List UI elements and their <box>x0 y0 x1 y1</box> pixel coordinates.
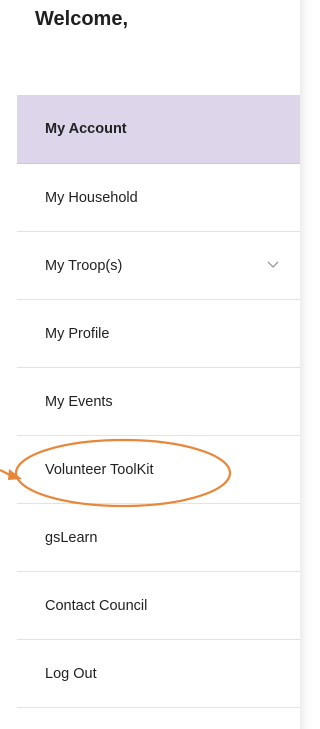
menu-item-label: My Household <box>45 189 138 206</box>
menu-item-label: Volunteer ToolKit <box>45 461 154 478</box>
menu-item-label: Contact Council <box>45 597 148 614</box>
chevron-down-icon[interactable] <box>266 258 280 272</box>
menu-item-volunteer-toolkit[interactable]: Volunteer ToolKit <box>17 436 302 504</box>
sidebar-edge-shadow <box>300 0 312 729</box>
menu-item-gslearn[interactable]: gsLearn <box>17 504 302 572</box>
menu-item-my-events[interactable]: My Events <box>17 368 302 436</box>
account-sidebar: Welcome, My Account My Household My Troo… <box>0 0 302 729</box>
menu-item-label: gsLearn <box>45 529 98 546</box>
menu-item-label: My Account <box>45 121 127 137</box>
menu-item-contact-council[interactable]: Contact Council <box>17 572 302 640</box>
menu-item-my-profile[interactable]: My Profile <box>17 300 302 368</box>
page: Welcome, My Account My Household My Troo… <box>0 0 312 729</box>
menu-item-label: My Troop(s) <box>45 257 123 274</box>
menu-item-label: My Events <box>45 393 113 410</box>
account-menu: My Account My Household My Troop(s) My P… <box>17 95 302 708</box>
menu-item-my-household[interactable]: My Household <box>17 164 302 232</box>
menu-item-my-account[interactable]: My Account <box>17 95 302 164</box>
menu-item-label: Log Out <box>45 665 97 682</box>
menu-item-log-out[interactable]: Log Out <box>17 640 302 708</box>
menu-item-label: My Profile <box>45 325 110 342</box>
welcome-heading: Welcome, <box>35 8 128 30</box>
menu-item-my-troops[interactable]: My Troop(s) <box>17 232 302 300</box>
